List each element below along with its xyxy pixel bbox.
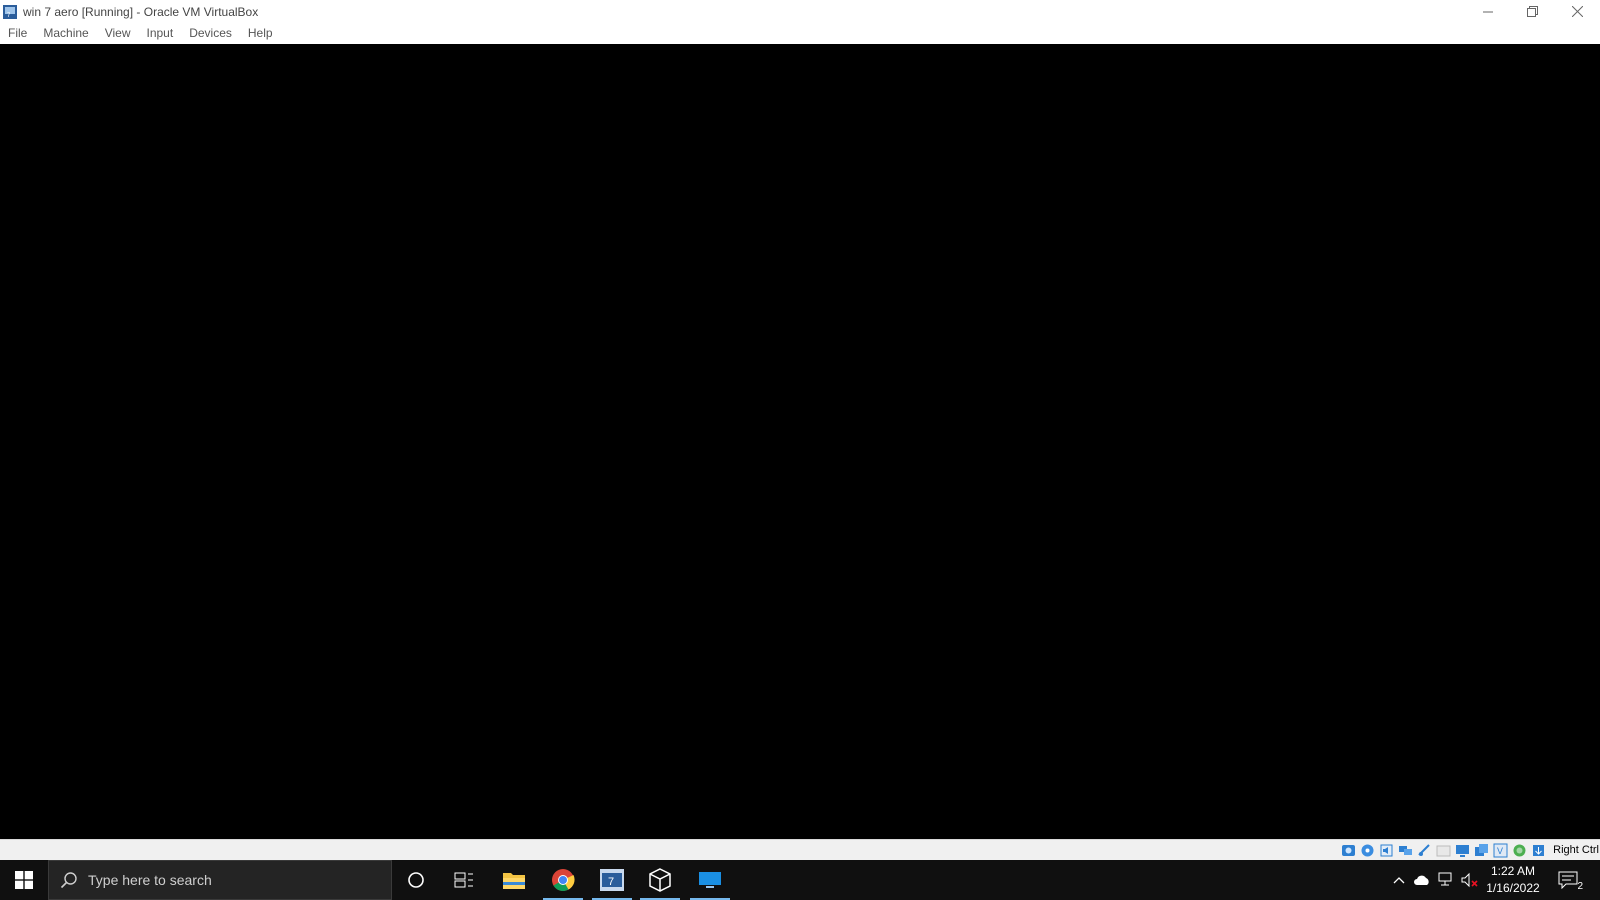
menu-help[interactable]: Help (240, 23, 281, 44)
monitor-icon (699, 872, 721, 888)
menu-input[interactable]: Input (139, 23, 182, 44)
windows-logo-icon (15, 871, 33, 889)
onedrive-tray[interactable] (1410, 860, 1434, 900)
volume-tray[interactable] (1458, 860, 1482, 900)
volume-muted-icon (1461, 872, 1478, 888)
audio-icon[interactable] (1379, 843, 1394, 858)
shared-folders-icon[interactable] (1436, 843, 1451, 858)
search-placeholder: Type here to search (88, 872, 212, 888)
mouse-integration-icon[interactable] (1531, 843, 1546, 858)
minimize-button[interactable] (1465, 0, 1510, 23)
start-button[interactable] (0, 860, 48, 900)
close-button[interactable] (1555, 0, 1600, 23)
network-icon (1438, 872, 1452, 886)
search-box[interactable]: Type here to search (48, 860, 392, 900)
optical-drive-icon[interactable] (1360, 843, 1375, 858)
vm-statusbar: V Right Ctrl (0, 839, 1600, 860)
taskbar-remote-desktop[interactable] (686, 860, 734, 900)
cortana-button[interactable] (392, 860, 440, 900)
notification-icon (1558, 871, 1578, 889)
virtualbox-cube-icon (649, 868, 671, 892)
cortana-circle-icon (408, 872, 424, 888)
chevron-up-icon (1393, 877, 1405, 884)
cloud-icon (1414, 875, 1429, 885)
taskbar-virtualbox[interactable] (636, 860, 684, 900)
menu-view[interactable]: View (97, 23, 139, 44)
status-icons: V (1337, 842, 1546, 859)
window-controls (1465, 0, 1600, 23)
window-titlebar: 7 win 7 aero [Running] - Oracle VM Virtu… (0, 0, 1600, 23)
virtualization-icon[interactable]: V (1493, 843, 1508, 858)
tray-clock[interactable]: 1:22 AM 1/16/2022 (1482, 860, 1544, 900)
network-icon[interactable] (1398, 843, 1413, 858)
notification-center-button[interactable]: 2 (1548, 860, 1588, 900)
hard-disk-icon[interactable] (1341, 843, 1356, 858)
chrome-icon (552, 869, 575, 891)
vm-display[interactable] (0, 44, 1600, 839)
menu-devices[interactable]: Devices (181, 23, 240, 44)
taskbar-file-explorer[interactable] (490, 860, 538, 900)
svg-text:7: 7 (608, 876, 614, 888)
virtualbox-vm-icon: 7 (3, 4, 17, 19)
show-hidden-icons-button[interactable] (1388, 860, 1410, 900)
menu-machine[interactable]: Machine (35, 23, 96, 44)
task-view-icon (454, 872, 473, 888)
menu-file[interactable]: File (0, 23, 35, 44)
virtualbox-vm-icon: 7 (600, 869, 624, 891)
usb-icon[interactable] (1417, 843, 1432, 858)
video-capture-icon[interactable] (1474, 843, 1489, 858)
taskbar-win7-vm[interactable]: 7 (588, 860, 636, 900)
restore-button[interactable] (1510, 0, 1555, 23)
taskbar-chrome[interactable] (539, 860, 587, 900)
clock-time: 1:22 AM (1490, 864, 1536, 878)
close-icon (1572, 6, 1583, 17)
svg-text:V: V (1497, 846, 1503, 856)
notification-count: 2 (1577, 881, 1583, 892)
taskbar: Type here to search 7 1:22 AM 1/16/2022 … (0, 860, 1600, 900)
task-view-button[interactable] (440, 860, 488, 900)
clock-date: 1/16/2022 (1486, 881, 1540, 895)
window-title: win 7 aero [Running] - Oracle VM Virtual… (23, 4, 259, 19)
menubar: File Machine View Input Devices Help (0, 23, 1600, 44)
minimize-icon (1482, 11, 1493, 12)
cpu-icon[interactable] (1512, 843, 1527, 858)
search-icon (60, 872, 77, 889)
network-tray[interactable] (1434, 860, 1458, 900)
restore-icon (1527, 6, 1538, 17)
folder-icon (503, 873, 525, 889)
display-icon[interactable] (1455, 843, 1470, 858)
host-key-label: Right Ctrl (1553, 844, 1599, 856)
